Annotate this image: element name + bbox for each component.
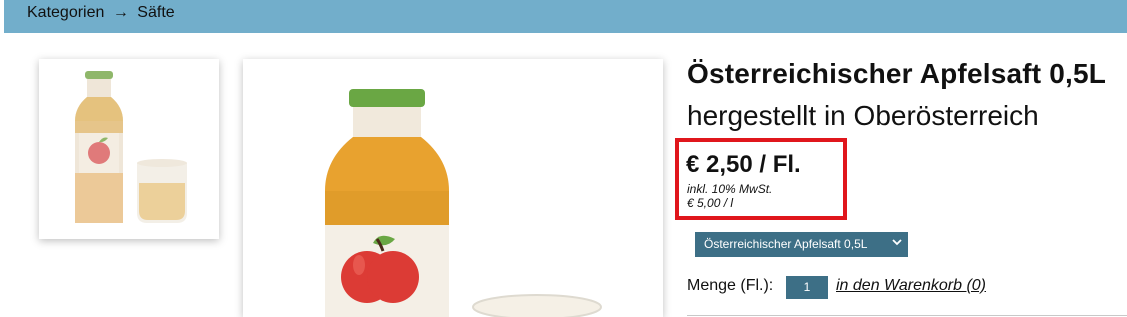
tax-note: inkl. 10% MwSt. (687, 182, 773, 196)
product-subtitle: hergestellt in Oberösterreich (687, 100, 1039, 131)
quantity-input[interactable]: 1 (786, 276, 828, 299)
product-title: Österreichischer Apfelsaft 0,5L (687, 58, 1107, 89)
juice-bottle-thumbnail-illustration (75, 71, 187, 223)
divider (687, 315, 1127, 316)
breadcrumb-link-saefte[interactable]: Säfte (137, 4, 174, 21)
quantity-label: Menge (Fl.): (687, 277, 774, 294)
unit-price: € 5,00 / l (687, 196, 734, 210)
breadcrumb: Kategorien → Säfte (4, 0, 1127, 33)
variant-select-value: Österreichischer Apfelsaft 0,5L (704, 237, 868, 251)
chevron-down-icon (892, 237, 902, 250)
variant-select[interactable]: Österreichischer Apfelsaft 0,5L (695, 232, 908, 257)
product-thumbnail[interactable] (39, 59, 219, 239)
breadcrumb-link-kategorien[interactable]: Kategorien (27, 4, 104, 21)
product-main-image[interactable] (243, 59, 663, 317)
product-price: € 2,50 / Fl. (686, 151, 801, 178)
juice-bottle-main-illustration (325, 89, 602, 317)
breadcrumb-separator: → (112, 4, 129, 21)
add-to-cart-link[interactable]: in den Warenkorb (0) (836, 277, 986, 295)
